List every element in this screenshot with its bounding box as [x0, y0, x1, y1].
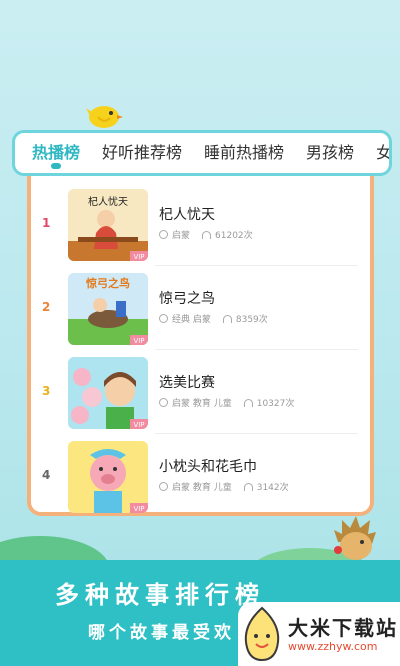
watermark-name: 大米下载站 [288, 616, 398, 640]
rice-logo-icon [244, 606, 280, 662]
story-meta: 经典 启蒙 8359次 [159, 312, 268, 325]
story-cover: 杞人忧天 VIP [68, 189, 148, 261]
vip-badge: VIP [133, 505, 144, 513]
vip-badge: VIP [133, 337, 144, 345]
story-meta: 启蒙 教育 儿童 10327次 [159, 396, 294, 409]
play-count: 61202次 [215, 231, 253, 241]
play-count: 3142次 [256, 483, 289, 493]
rank-number: 2 [42, 300, 51, 314]
story-title: 杞人忧天 [159, 207, 215, 223]
smile-icon [159, 230, 168, 239]
story-title: 选美比赛 [159, 375, 215, 391]
vip-badge: VIP [133, 253, 144, 261]
story-title: 小枕头和花毛巾 [159, 459, 257, 475]
list-item[interactable]: 4 VIP 小枕头和花毛巾 启蒙 教育 儿童 3142次 [31, 434, 370, 518]
rank-number: 3 [42, 384, 51, 398]
cover-text: 惊弓之鸟 [86, 276, 130, 290]
tab-hot[interactable]: 热播榜 [21, 133, 91, 173]
category-tab-bar: 热播榜 好听推荐榜 睡前热播榜 男孩榜 女 [12, 130, 392, 176]
headphones-icon [202, 230, 212, 239]
smile-icon [159, 314, 168, 323]
bird-mascot-icon [86, 106, 123, 128]
story-cover: VIP [68, 441, 148, 513]
smile-icon [159, 398, 168, 407]
story-tags: 启蒙 [172, 231, 191, 241]
headphones-icon [243, 398, 253, 407]
tab-label: 睡前热播榜 [204, 143, 285, 162]
list-item[interactable]: 3 VIP 选美比赛 启蒙 教育 儿童 10327次 [31, 350, 370, 434]
active-tab-indicator [51, 163, 61, 169]
headphones-icon [243, 482, 253, 491]
tab-label: 热播榜 [32, 143, 81, 162]
story-cover: VIP [68, 357, 148, 429]
tab-label: 女 [376, 143, 392, 162]
watermark-url: www.zzhyw.com [288, 640, 378, 653]
story-title: 惊弓之鸟 [159, 291, 215, 307]
tab-label: 男孩榜 [306, 143, 355, 162]
rank-number: 1 [42, 216, 51, 230]
banner-subtitle: 哪个故事最受欢 [88, 623, 235, 643]
play-count: 10327次 [256, 399, 295, 409]
story-tags: 经典 启蒙 [172, 315, 211, 325]
list-item[interactable]: 1 杞人忧天 VIP 杞人忧天 启蒙 61202次 [31, 182, 370, 266]
tab-girls[interactable]: 女 [365, 133, 392, 173]
smile-icon [159, 482, 168, 491]
list-item[interactable]: 2 惊弓之鸟 VIP 惊弓之鸟 经典 启蒙 8359次 [31, 266, 370, 350]
headphones-icon [222, 314, 232, 323]
play-count: 8359次 [235, 315, 268, 325]
rank-number: 4 [42, 468, 51, 482]
story-meta: 启蒙 教育 儿童 3142次 [159, 480, 289, 493]
story-tags: 启蒙 教育 儿童 [172, 399, 232, 409]
vip-badge: VIP [133, 421, 144, 429]
story-cover: 惊弓之鸟 VIP [68, 273, 148, 345]
story-tags: 启蒙 教育 儿童 [172, 483, 232, 493]
hedgehog-mascot-icon [334, 516, 376, 560]
tab-boys[interactable]: 男孩榜 [295, 133, 365, 173]
tab-label: 好听推荐榜 [102, 143, 183, 162]
cover-text: 杞人忧天 [88, 195, 128, 208]
tab-bedtime[interactable]: 睡前热播榜 [193, 133, 295, 173]
tab-recommended[interactable]: 好听推荐榜 [91, 133, 193, 173]
ranking-list: 1 杞人忧天 VIP 杞人忧天 启蒙 61202次 2 惊弓之鸟 VIP 惊弓之… [27, 176, 374, 516]
story-meta: 启蒙 61202次 [159, 228, 253, 241]
